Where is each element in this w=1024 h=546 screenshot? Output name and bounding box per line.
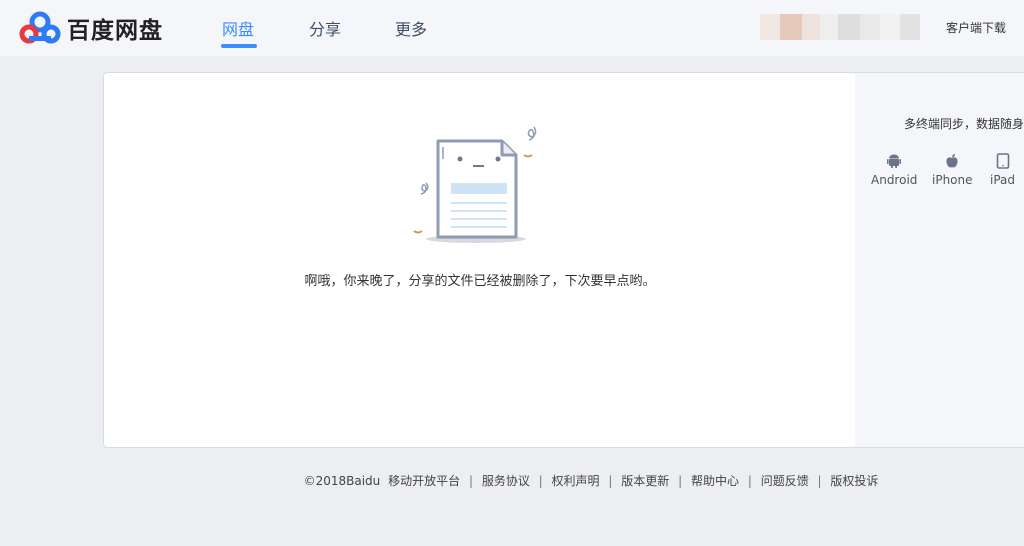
footer-link-open-platform[interactable]: 移动开放平台: [388, 474, 460, 488]
deleted-file-illustration: [413, 126, 537, 243]
footer-link-service-agreement[interactable]: 服务协议: [482, 474, 530, 488]
share-deleted-message: 啊哦，你来晚了，分享的文件已经被删除了，下次要早点哟。: [304, 274, 656, 289]
footer-separator: |: [747, 474, 752, 488]
android-icon: [887, 154, 902, 168]
footer-link-feedback[interactable]: 问题反馈: [761, 474, 809, 488]
device-label-iphone: iPhone: [932, 173, 973, 187]
cloud-logo-icon: [19, 11, 61, 44]
footer-separator: |: [538, 474, 543, 488]
footer-link-rights-statement[interactable]: 权利声明: [552, 474, 600, 488]
footer-separator: |: [608, 474, 613, 488]
footer-separator: |: [817, 474, 822, 488]
footer-link-copyright-complaint[interactable]: 版权投诉: [830, 474, 878, 488]
client-download-link[interactable]: 客户端下载: [946, 19, 1006, 36]
nav-tab-netdisk[interactable]: 网盘: [222, 16, 254, 40]
device-ipad[interactable]: iPad: [990, 153, 1015, 187]
side-panel-title: 多终端同步，数据随身: [904, 117, 1024, 131]
top-header: 百度网盘 网盘 分享 更多 客户端下载: [0, 0, 1024, 56]
footer-copyright: ©2018Baidu: [303, 474, 381, 488]
device-android[interactable]: Android: [871, 153, 917, 187]
nav-tab-share[interactable]: 分享: [309, 16, 341, 40]
footer-separator: |: [678, 474, 683, 488]
download-side-panel: 多终端同步，数据随身 Android iPhone iPad: [855, 72, 1024, 448]
baidu-netdisk-logo[interactable]: 百度网盘: [19, 11, 163, 45]
footer-separator: |: [468, 474, 473, 488]
active-tab-indicator: [221, 44, 257, 48]
tablet-icon: [996, 153, 1009, 169]
device-label-android: Android: [871, 173, 918, 187]
share-deleted-card: 啊哦，你来晚了，分享的文件已经被删除了，下次要早点哟。: [103, 72, 856, 448]
apple-icon: [946, 154, 958, 168]
blurred-user-info[interactable]: [760, 14, 920, 40]
device-iphone[interactable]: iPhone: [932, 153, 973, 187]
device-label-ipad: iPad: [990, 173, 1016, 187]
logo-text: 百度网盘: [67, 18, 163, 44]
footer-link-help-center[interactable]: 帮助中心: [691, 474, 739, 488]
footer-link-version-update[interactable]: 版本更新: [621, 474, 669, 488]
page-footer: ©2018Baidu 移动开放平台 | 服务协议 | 权利声明 | 版本更新 |…: [0, 472, 1024, 489]
nav-tab-more[interactable]: 更多: [395, 16, 427, 40]
